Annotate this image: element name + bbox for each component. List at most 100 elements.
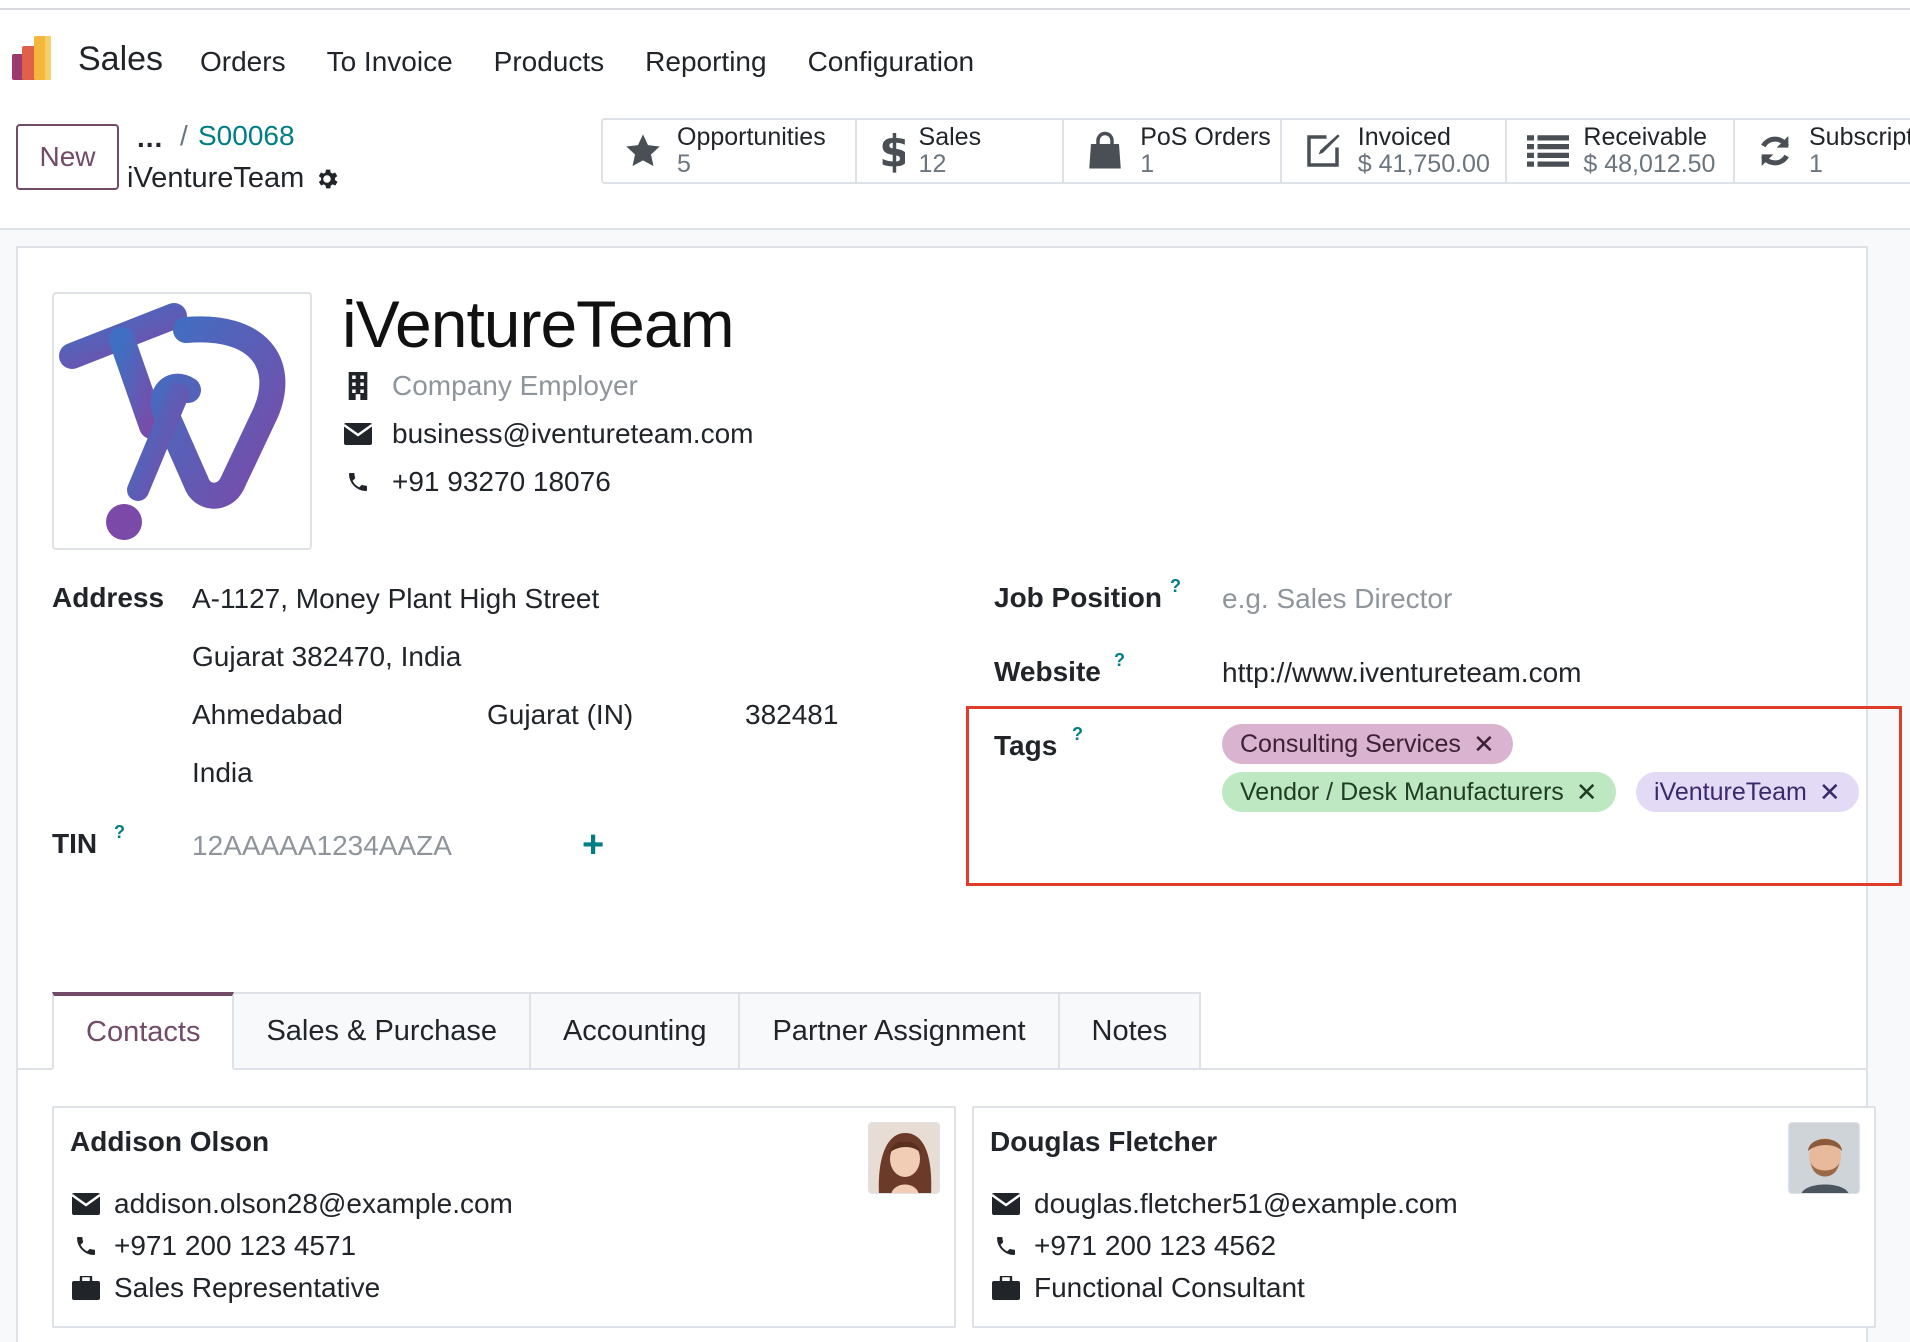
- menu-configuration[interactable]: Configuration: [808, 46, 975, 78]
- invoiced-smart-button[interactable]: Invoiced $ 41,750.00: [1282, 120, 1508, 182]
- state-field[interactable]: Gujarat (IN): [487, 699, 633, 731]
- receivable-smart-button[interactable]: Receivable $ 48,012.50: [1507, 120, 1735, 182]
- sales-app-icon[interactable]: [12, 34, 60, 80]
- phone-icon: [342, 466, 374, 498]
- tag-consulting-services[interactable]: Consulting Services ✕: [1222, 724, 1513, 764]
- tab-partner-assignment[interactable]: Partner Assignment: [740, 992, 1060, 1070]
- subscriptions-smart-button[interactable]: Subscripti 1: [1735, 120, 1910, 182]
- website-input[interactable]: http://www.iventureteam.com: [1222, 657, 1581, 689]
- company-field[interactable]: Company Employer: [342, 370, 638, 402]
- contact-avatar: [868, 1122, 940, 1194]
- partner-form-sheet: iVentureTeam Company Employer business@i…: [16, 246, 1902, 1342]
- smart-label: Receivable: [1583, 123, 1708, 151]
- smart-value: 5: [677, 150, 691, 178]
- menu-to-invoice[interactable]: To Invoice: [327, 46, 453, 78]
- tin-help-icon[interactable]: ?: [114, 822, 125, 843]
- contact-phone: +971 200 123 4562: [1034, 1230, 1277, 1261]
- tab-contacts[interactable]: Contacts: [52, 992, 235, 1070]
- contact-email-row: addison.olson28@example.com: [70, 1188, 513, 1220]
- smart-value: $ 41,750.00: [1357, 150, 1490, 178]
- tag-vendor-desk-manufacturers[interactable]: Vendor / Desk Manufacturers ✕: [1222, 772, 1616, 812]
- dollar-icon: $: [879, 129, 905, 173]
- job-position-input[interactable]: e.g. Sales Director: [1222, 583, 1452, 615]
- tin-label: TIN: [52, 828, 98, 859]
- pos-orders-smart-button[interactable]: PoS Orders 1: [1064, 120, 1282, 182]
- contact-phone-row: +971 200 123 4571: [70, 1230, 356, 1262]
- sales-smart-button[interactable]: $ Sales12: [857, 120, 1065, 182]
- edit-icon: [1307, 134, 1340, 167]
- tag-label: Vendor / Desk Manufacturers: [1240, 777, 1564, 806]
- tag-iventureteam[interactable]: iVentureTeam ✕: [1636, 772, 1859, 812]
- email-field[interactable]: business@iventureteam.com: [342, 418, 753, 450]
- partner-name[interactable]: iVentureTeam: [342, 286, 735, 362]
- tab-sales-purchase[interactable]: Sales & Purchase: [234, 992, 531, 1070]
- job-position-help-icon[interactable]: ?: [1170, 576, 1181, 597]
- country-field[interactable]: India: [192, 757, 253, 789]
- breadcrumb-separator: /: [180, 120, 188, 151]
- contact-function: Sales Representative: [114, 1272, 381, 1303]
- app-name[interactable]: Sales: [78, 40, 163, 79]
- menu-reporting[interactable]: Reporting: [645, 46, 766, 78]
- contact-email: addison.olson28@example.com: [114, 1188, 513, 1219]
- tin-input[interactable]: 12AAAAA1234AAZA: [192, 830, 452, 862]
- envelope-icon: [990, 1193, 1022, 1215]
- website-help-icon[interactable]: ?: [1114, 650, 1125, 671]
- building-icon: [342, 370, 374, 402]
- company-logo[interactable]: [52, 292, 312, 550]
- shopping-bag-icon: [1089, 131, 1121, 169]
- remove-tag-icon[interactable]: ✕: [1819, 777, 1841, 808]
- gear-icon[interactable]: [314, 166, 340, 192]
- breadcrumb-link[interactable]: S00068: [198, 120, 295, 152]
- main-navbar: Sales Orders To Invoice Products Reporti…: [0, 10, 1910, 102]
- remove-tag-icon[interactable]: ✕: [1473, 729, 1495, 760]
- smart-value: 12: [918, 150, 947, 178]
- phone-icon: [70, 1234, 102, 1258]
- smart-label: Invoiced: [1357, 123, 1451, 151]
- phone-value: +91 93270 18076: [392, 466, 611, 497]
- phone-field[interactable]: +91 93270 18076: [342, 466, 611, 498]
- menu-orders[interactable]: Orders: [200, 46, 286, 78]
- tab-notes[interactable]: Notes: [1059, 992, 1202, 1070]
- tags-label: Tags: [994, 730, 1058, 761]
- new-button[interactable]: New: [16, 124, 119, 190]
- phone-icon: [990, 1234, 1022, 1258]
- add-tin-icon[interactable]: +: [582, 824, 604, 867]
- tab-accounting[interactable]: Accounting: [530, 992, 741, 1070]
- contact-email: douglas.fletcher51@example.com: [1034, 1188, 1458, 1219]
- list-icon: [1527, 135, 1570, 167]
- company-placeholder: Company Employer: [392, 370, 638, 401]
- contact-card[interactable]: Douglas Fletcher douglas.fletcher51@exam…: [972, 1106, 1876, 1328]
- tag-label: Consulting Services: [1240, 729, 1461, 758]
- street-field[interactable]: A-1127, Money Plant High Street: [192, 583, 599, 615]
- smart-label: Sales: [918, 123, 982, 151]
- contact-card[interactable]: Addison Olson addison.olson28@example.co…: [52, 1106, 956, 1328]
- contact-function-row: Functional Consultant: [990, 1272, 1305, 1304]
- refresh-icon: [1761, 136, 1789, 166]
- street2-field[interactable]: Gujarat 382470, India: [192, 641, 461, 673]
- contact-phone: +971 200 123 4571: [114, 1230, 357, 1261]
- notebook-tabs: Contacts Sales & Purchase Accounting Par…: [52, 992, 1202, 1070]
- breadcrumb-dots[interactable]: ...: [137, 122, 163, 154]
- contact-avatar: [1788, 1122, 1860, 1194]
- company-logo-image: [59, 303, 286, 540]
- tags-help-icon[interactable]: ?: [1072, 724, 1083, 745]
- star-icon: [626, 134, 660, 167]
- email-value: business@iventureteam.com: [392, 418, 754, 449]
- envelope-icon: [342, 418, 374, 450]
- smart-value: 1: [1808, 150, 1823, 178]
- contact-email-row: douglas.fletcher51@example.com: [990, 1188, 1458, 1220]
- city-field[interactable]: Ahmedabad: [192, 699, 343, 731]
- smart-label: Opportunities: [677, 123, 826, 151]
- breadcrumb-current: iVentureTeam: [127, 162, 305, 194]
- menu-products[interactable]: Products: [494, 46, 605, 78]
- smart-label: PoS Orders: [1140, 123, 1271, 151]
- briefcase-icon: [70, 1276, 102, 1300]
- smart-buttons-bar: Opportunities5 $ Sales12 PoS Orders1 Inv…: [601, 118, 1910, 184]
- remove-tag-icon[interactable]: ✕: [1576, 777, 1598, 808]
- job-position-label: Job Position: [994, 582, 1162, 613]
- zip-field[interactable]: 382481: [745, 699, 838, 731]
- tag-label: iVentureTeam: [1654, 777, 1807, 806]
- smart-label: Subscripti: [1808, 123, 1910, 151]
- opportunities-smart-button[interactable]: Opportunities 5: [603, 120, 857, 182]
- contact-function-row: Sales Representative: [70, 1272, 380, 1304]
